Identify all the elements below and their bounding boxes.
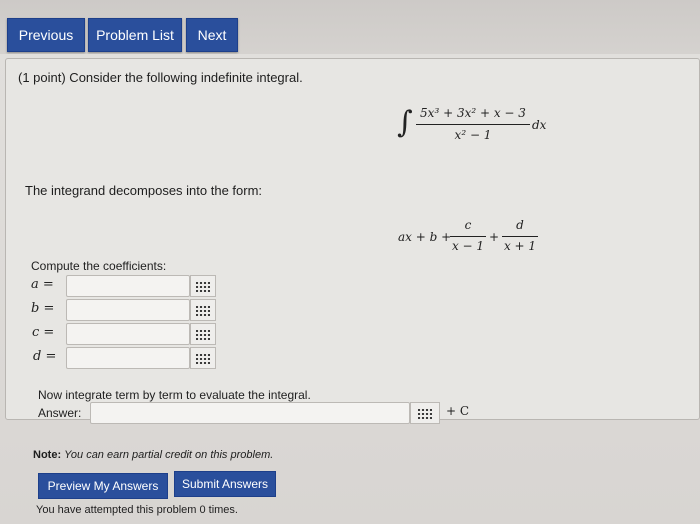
grid-icon <box>196 304 210 316</box>
grid-icon <box>196 328 210 340</box>
answer-input[interactable] <box>90 402 410 424</box>
coef-d-label: d = <box>33 349 57 364</box>
preview-answers-button[interactable]: Preview My Answers <box>38 473 168 499</box>
decomp-prefix: ax + b + <box>398 230 452 244</box>
answer-label: Answer: <box>38 406 82 420</box>
coef-b-equation-editor[interactable] <box>190 299 216 321</box>
answer-equation-editor[interactable] <box>410 402 440 424</box>
grid-icon <box>196 280 210 292</box>
grid-icon <box>418 407 432 419</box>
integrate-instructions: Now integrate term by term to evaluate t… <box>38 388 311 402</box>
coef-a-equation-editor[interactable] <box>190 275 216 297</box>
compute-coefficients-label: Compute the coefficients: <box>31 259 167 273</box>
fraction-c-numerator: c <box>464 218 472 232</box>
plus-c-label: + C <box>446 404 470 418</box>
coef-b-label: b = <box>31 301 55 316</box>
previous-button[interactable]: Previous <box>7 18 85 52</box>
integral-fraction: 5x³ + 3x² + x − 3 x² − 1 <box>416 104 530 148</box>
fraction-d: d x + 1 <box>502 218 538 258</box>
coef-b-input[interactable] <box>66 299 190 321</box>
attempts-text: You have attempted this problem 0 times. <box>36 504 238 516</box>
coef-c-input[interactable] <box>66 323 190 345</box>
note-text: You can earn partial credit on this prob… <box>64 449 274 461</box>
decomposition-text: The integrand decomposes into the form: <box>25 183 263 198</box>
integral-dx: dx <box>532 118 547 132</box>
note-label: Note: <box>33 449 62 461</box>
coef-a-input[interactable] <box>66 275 190 297</box>
integral-numerator: 5x³ + 3x² + x − 3 <box>420 106 526 120</box>
coef-d-input[interactable] <box>66 347 190 369</box>
coef-a-label: a = <box>31 277 54 292</box>
submit-answers-button[interactable]: Submit Answers <box>174 471 276 497</box>
integral-sign: ∫ <box>397 105 413 140</box>
coef-d-equation-editor[interactable] <box>190 347 216 369</box>
fraction-d-denominator: x + 1 <box>503 239 537 253</box>
problem-intro: (1 point) Consider the following indefin… <box>18 70 303 85</box>
integral-denominator: x² − 1 <box>454 128 492 142</box>
decomp-plus: + <box>489 230 500 244</box>
next-button[interactable]: Next <box>186 18 238 52</box>
fraction-c-denominator: x − 1 <box>451 239 485 253</box>
fraction-d-numerator: d <box>516 218 524 232</box>
problem-list-button[interactable]: Problem List <box>88 18 182 52</box>
coef-c-label: c = <box>32 325 55 340</box>
note: Note: You can earn partial credit on thi… <box>33 449 273 461</box>
fraction-c: c x − 1 <box>450 218 486 258</box>
coef-c-equation-editor[interactable] <box>190 323 216 345</box>
grid-icon <box>196 352 210 364</box>
